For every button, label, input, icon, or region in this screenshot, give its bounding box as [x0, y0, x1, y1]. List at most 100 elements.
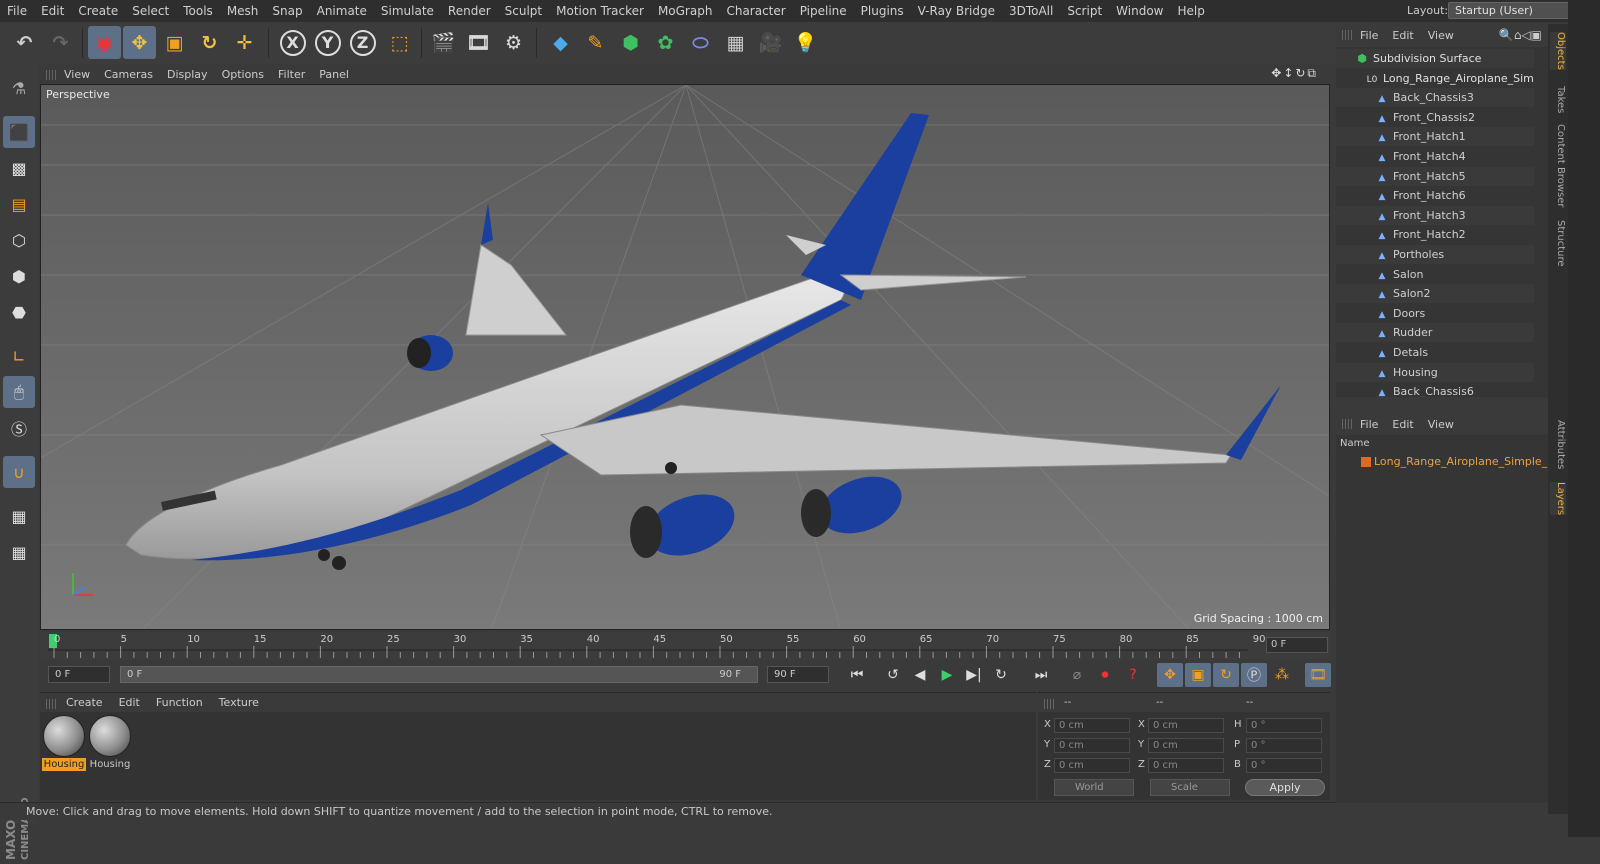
menu-mograph[interactable]: MoGraph [651, 4, 720, 18]
rotation-b-field[interactable]: 0 ° [1246, 758, 1322, 773]
record-icon[interactable]: ⏺ [1092, 663, 1118, 687]
tree-item[interactable]: ▲ Doors [1336, 304, 1534, 323]
make-editable-icon[interactable]: ⚗ [3, 72, 35, 104]
z-axis-icon[interactable]: Z [346, 26, 379, 59]
tree-item[interactable]: ⬢ Subdivision Surface [1336, 49, 1534, 68]
menu-create[interactable]: Create [71, 4, 125, 18]
tab-attributes[interactable]: Attributes [1550, 420, 1566, 469]
goto-prev-key-icon[interactable]: ↺ [880, 663, 906, 687]
step-forward-icon[interactable]: ▶| [961, 663, 987, 687]
layer-row[interactable]: Long_Range_Airoplane_Simple_In [1336, 453, 1548, 470]
apply-button[interactable]: Apply [1245, 779, 1325, 796]
pen-spline-icon[interactable]: ✎ [579, 26, 612, 59]
cloner-icon[interactable]: ✿ [649, 26, 682, 59]
viewport-menu-display[interactable]: Display [167, 68, 208, 81]
tree-item[interactable]: ▲ Front_Chassis2 [1336, 108, 1534, 127]
menu-select[interactable]: Select [125, 4, 176, 18]
menu-window[interactable]: Window [1109, 4, 1170, 18]
goto-start-icon[interactable]: ⏮ [844, 663, 870, 687]
x-axis-icon[interactable]: X [276, 26, 309, 59]
position-x-field[interactable]: 0 cm [1054, 718, 1130, 733]
material-menu-texture[interactable]: Texture [219, 696, 259, 709]
live-selection-icon[interactable]: ◉ [88, 26, 121, 59]
model-mode-icon[interactable]: ⬛ [3, 116, 35, 148]
object-manager-tools-icon[interactable]: 🔍⌂◁▣ [1499, 28, 1542, 42]
tree-item[interactable]: ▲ Portholes [1336, 245, 1534, 264]
layout-select[interactable]: Startup (User)▼ [1448, 2, 1582, 19]
tree-item[interactable]: ▲ Salon [1336, 265, 1534, 284]
recent-tool-icon[interactable]: ✛ [228, 26, 261, 59]
workplane-align-icon[interactable]: ▦ [3, 536, 35, 568]
points-mode-icon[interactable]: ⬡ [3, 224, 35, 256]
tree-item[interactable]: ▲ Housing [1336, 362, 1534, 382]
layer-menu-file[interactable]: File [1360, 418, 1378, 431]
viewport-menu-filter[interactable]: Filter [278, 68, 305, 81]
scale-tool-icon[interactable]: ▣ [158, 26, 191, 59]
tree-item[interactable]: ▲ Front_Hatch3 [1336, 205, 1534, 225]
rotate-tool-icon[interactable]: ↻ [193, 26, 226, 59]
key-parameter-icon[interactable]: Ⓟ [1241, 663, 1267, 687]
tab-layers[interactable]: Layers [1550, 482, 1566, 516]
timeline-window-icon[interactable]: 🎞 [1305, 663, 1331, 687]
tree-item[interactable]: ▲ Front_Hatch4 [1336, 147, 1534, 166]
camera-icon[interactable]: 🎥 [754, 26, 787, 59]
viewport-menu-view[interactable]: View [64, 68, 90, 81]
position-y-field[interactable]: 0 cm [1054, 738, 1130, 753]
timeline-ruler[interactable]: 0 5 10 15 20 25 30 35 40 45 50 55 60 65 70 75 80 85 90 [40, 632, 1330, 660]
menu-help[interactable]: Help [1170, 4, 1211, 18]
layer-menu-edit[interactable]: Edit [1392, 418, 1413, 431]
frame-range-slider[interactable]: 0 F 90 F [120, 666, 758, 683]
material-swatch[interactable]: Housing [42, 714, 86, 772]
goto-end-icon[interactable]: ⏭ [1028, 663, 1054, 687]
workplane-lock-icon[interactable]: ▦ [3, 500, 35, 532]
size-mode-dropdown[interactable]: Scale [1150, 779, 1230, 796]
menu-simulate[interactable]: Simulate [374, 4, 441, 18]
menu-animate[interactable]: Animate [310, 4, 374, 18]
tab-objects[interactable]: Objects [1550, 32, 1566, 70]
menu-pipeline[interactable]: Pipeline [793, 4, 854, 18]
key-position-icon[interactable]: ✥ [1157, 663, 1183, 687]
subdivision-surface-icon[interactable]: ⬢ [614, 26, 647, 59]
autokey-icon[interactable]: ? [1120, 663, 1146, 687]
tree-item[interactable]: ▲ Front_Hatch5 [1336, 166, 1534, 186]
menu-tools[interactable]: Tools [176, 4, 220, 18]
menu-3dtoall[interactable]: 3DToAll [1002, 4, 1060, 18]
object-menu-file[interactable]: File [1360, 29, 1378, 42]
position-z-field[interactable]: 0 cm [1054, 758, 1130, 773]
y-axis-icon[interactable]: Y [311, 26, 344, 59]
render-picture-viewer-icon[interactable]: 🎞 [462, 26, 495, 59]
menu-render[interactable]: Render [441, 4, 498, 18]
material-menu-create[interactable]: Create [66, 696, 103, 709]
end-frame-field[interactable]: 90 F [767, 666, 829, 683]
viewport-navigation-icons[interactable]: ✥↕↻⧉ [1271, 66, 1318, 81]
key-rotation-icon[interactable]: ↻ [1213, 663, 1239, 687]
keyframe-disabled-icon[interactable]: ⌀ [1064, 663, 1090, 687]
play-icon[interactable]: ▶ [934, 663, 960, 687]
floor-icon[interactable]: ▦ [719, 26, 752, 59]
edges-mode-icon[interactable]: ⬢ [3, 260, 35, 292]
viewport-menu-options[interactable]: Options [222, 68, 264, 81]
coordinate-system-icon[interactable]: ⬚ [383, 26, 416, 59]
undo-icon[interactable]: ↶ [8, 26, 41, 59]
tweak-mode-icon[interactable]: 🖱 [3, 376, 35, 408]
scale-y-field[interactable]: 0 cm [1148, 738, 1224, 753]
move-tool-icon[interactable]: ✥ [123, 26, 156, 59]
scale-z-field[interactable]: 0 cm [1148, 758, 1224, 773]
polygons-mode-icon[interactable]: ⬣ [3, 296, 35, 328]
material-menu-function[interactable]: Function [156, 696, 203, 709]
axis-mode-icon[interactable]: ∟ [3, 340, 35, 372]
light-icon[interactable]: 💡 [789, 26, 822, 59]
cube-object-icon[interactable]: ◆ [544, 26, 577, 59]
current-frame-field[interactable]: 0 F [1266, 637, 1328, 653]
rotation-h-field[interactable]: 0 ° [1246, 718, 1322, 733]
object-menu-edit[interactable]: Edit [1392, 29, 1413, 42]
render-view-icon[interactable]: 🎬 [427, 26, 460, 59]
goto-next-key-icon[interactable]: ↻ [988, 663, 1014, 687]
deformer-icon[interactable]: ⬭ [684, 26, 717, 59]
coordinate-space-dropdown[interactable]: World [1054, 779, 1134, 796]
tab-structure[interactable]: Structure [1550, 220, 1566, 267]
snap-icon[interactable]: Ⓢ [3, 412, 35, 444]
key-scale-icon[interactable]: ▣ [1185, 663, 1211, 687]
start-frame-field[interactable]: 0 F [48, 666, 110, 683]
menu-character[interactable]: Character [719, 4, 792, 18]
